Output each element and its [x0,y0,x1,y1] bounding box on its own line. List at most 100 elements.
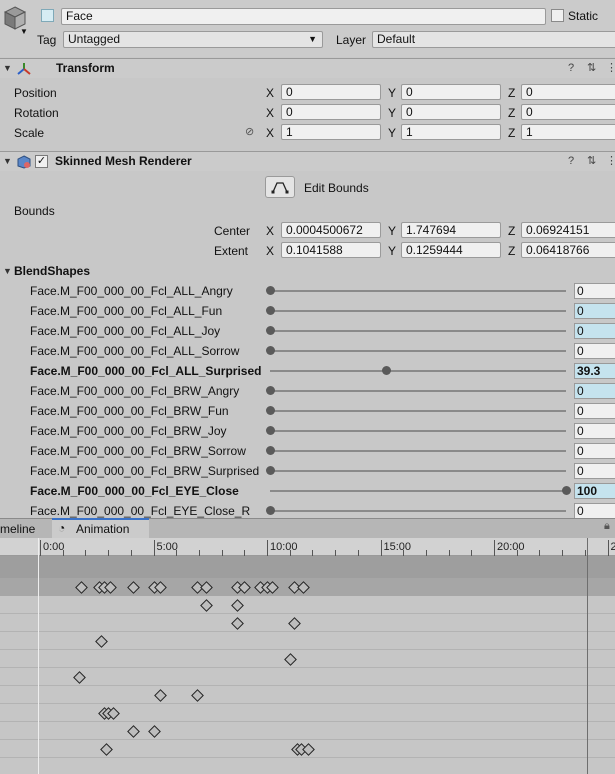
position-y-field[interactable]: 0 [401,84,501,100]
help-icon[interactable]: ? [568,62,574,74]
blendshape-slider-track[interactable] [270,430,566,432]
presets-icon[interactable]: ⇅ [587,61,596,74]
blendshape-slider-handle[interactable] [562,486,571,495]
center-x-field[interactable]: 0.0004500672 [281,222,381,238]
blendshape-slider-track[interactable] [270,450,566,452]
presets-icon[interactable]: ⇅ [587,154,596,167]
blendshape-slider-track[interactable] [270,510,566,512]
center-y-field[interactable]: 1.747694 [401,222,501,238]
axis-x-label: X [266,106,275,120]
tab-animation[interactable]: ◔ Animation [52,518,149,538]
edit-bounds-button[interactable] [265,176,295,198]
context-menu-icon[interactable]: ⋮ [606,154,615,167]
playhead[interactable] [38,538,39,774]
center-label: Center [214,224,251,238]
blendshape-value-field[interactable]: 0 [574,283,615,299]
rotation-y-field[interactable]: 0 [401,104,501,120]
extent-x-field[interactable]: 0.1041588 [281,242,381,258]
object-name-field[interactable]: Face [61,8,546,25]
blendshape-value-field[interactable]: 0 [574,423,615,439]
tab-timeline[interactable]: meline [0,521,35,537]
lock-icon[interactable]: 🔒︎ [604,520,610,533]
center-z-field[interactable]: 0.06924151 [521,222,615,238]
position-x-field[interactable]: 0 [281,84,381,100]
active-checkbox[interactable] [41,9,54,22]
blendshapes-title: BlendShapes [14,264,91,278]
blendshape-slider-track[interactable] [270,470,566,472]
blendshape-slider-track[interactable] [270,490,566,492]
extent-label: Extent [214,244,249,258]
blendshape-value-field[interactable]: 0 [574,443,615,459]
blendshape-slider-handle[interactable] [266,466,275,475]
axis-y-label: Y [388,126,397,140]
blendshape-slider-handle[interactable] [266,446,275,455]
blendshape-slider-handle[interactable] [266,426,275,435]
ruler-tick-label: 2 [610,541,615,553]
blendshape-slider-handle[interactable] [382,366,392,375]
foldout-arrow-icon[interactable]: ▼ [3,63,12,73]
foldout-arrow-icon[interactable]: ▼ [3,266,12,276]
chevron-down-icon[interactable]: ▼ [20,27,28,36]
ruler-minor-tick [607,540,609,556]
axis-z-label: Z [508,244,516,258]
static-checkbox[interactable] [551,9,564,22]
blendshape-slider-handle[interactable] [266,406,275,415]
ruler-tick-label: 0:00 [43,541,65,553]
blendshape-slider-handle[interactable] [266,286,275,295]
blendshape-slider-track[interactable] [270,290,566,292]
blendshape-slider-handle[interactable] [266,326,275,335]
ruler-minor-tick [267,540,268,556]
blendshape-slider-track[interactable] [270,370,566,372]
link-icon[interactable]: ⊘ [245,125,254,138]
transform-header[interactable]: ▼ Transform ? ⇅ ⋮ [0,58,615,78]
axis-x-label: X [266,244,275,258]
axis-x-label: X [266,86,275,100]
tag-value: Untagged [68,32,121,46]
blendshape-value-field[interactable]: 0 [574,463,615,479]
enabled-checkbox[interactable]: ✓ [35,155,48,168]
scale-z-field[interactable]: 1 [521,124,615,140]
blendshape-label: Face.M_F00_000_00_Fcl_ALL_Joy [30,324,221,338]
skinned-mesh-title: Skinned Mesh Renderer [55,154,192,168]
ruler-minor-tick [40,540,41,556]
blendshape-value-field[interactable]: 0 [574,303,615,319]
blendshape-slider-handle[interactable] [266,306,275,315]
context-menu-icon[interactable]: ⋮ [606,61,615,74]
edit-bounds-label: Edit Bounds [304,181,369,195]
blendshape-label: Face.M_F00_000_00_Fcl_BRW_Fun [30,404,229,418]
ruler-tick-label: 20:00 [497,541,525,553]
foldout-arrow-icon[interactable]: ▼ [3,156,12,166]
blendshape-value-field[interactable]: 0 [574,403,615,419]
skinned-mesh-header[interactable]: ▼ ✓ Skinned Mesh Renderer ? ⇅ ⋮ [0,151,615,171]
blendshape-slider-handle[interactable] [266,506,275,515]
help-icon[interactable]: ? [568,155,574,167]
rotation-x-field[interactable]: 0 [281,104,381,120]
bounds-label: Bounds [14,204,55,218]
blendshape-slider-track[interactable] [270,410,566,412]
layer-dropdown[interactable]: Default [372,31,615,48]
blendshape-slider-handle[interactable] [266,346,275,355]
blendshape-value-field[interactable]: 0 [574,383,615,399]
blendshape-slider-track[interactable] [270,310,566,312]
scale-label: Scale [14,126,45,140]
blendshape-value-field[interactable]: 0 [574,343,615,359]
blendshape-label: Face.M_F00_000_00_Fcl_EYE_Close_R [30,504,251,518]
blendshape-slider-track[interactable] [270,350,566,352]
extent-z-field[interactable]: 0.06418766 [521,242,615,258]
scale-x-field[interactable]: 1 [281,124,381,140]
blendshape-slider-track[interactable] [270,330,566,332]
extent-y-field[interactable]: 0.1259444 [401,242,501,258]
axis-x-label: X [266,126,275,140]
blendshape-value-field[interactable]: 39.3 [574,363,615,379]
blendshape-label: Face.M_F00_000_00_Fcl_BRW_Angry [30,384,240,398]
rotation-z-field[interactable]: 0 [521,104,615,120]
blendshape-slider-track[interactable] [270,390,566,392]
position-z-field[interactable]: 0 [521,84,615,100]
blendshape-value-field[interactable]: 100 [574,483,615,499]
blendshape-slider-handle[interactable] [266,386,275,395]
scale-y-field[interactable]: 1 [401,124,501,140]
blendshape-value-field[interactable]: 0 [574,323,615,339]
blendshape-value-field[interactable]: 0 [574,503,615,519]
timeline-area[interactable]: 0:00 5:00 10:00 15:00 20:00 2 [0,538,615,774]
tag-dropdown[interactable]: Untagged ▼ [63,31,323,48]
